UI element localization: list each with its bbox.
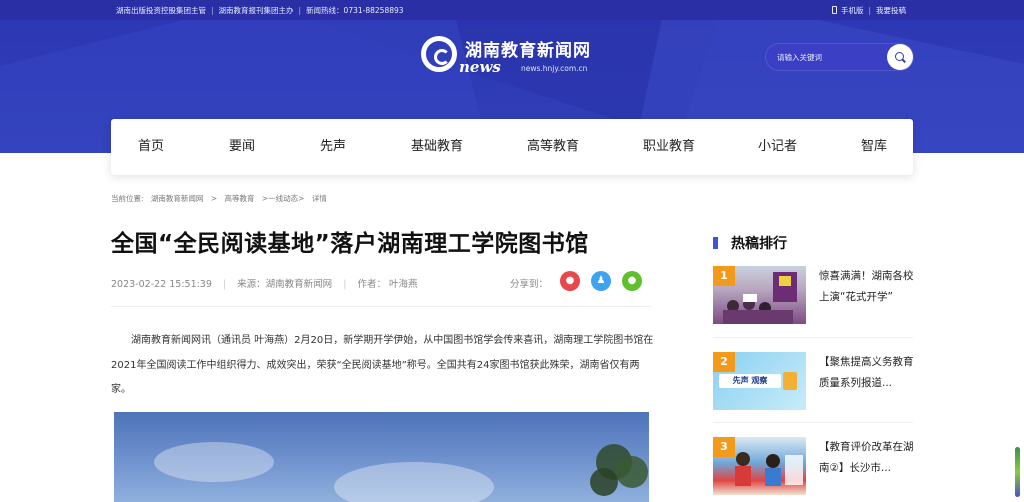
nav-item-vocational-education[interactable]: 职业教育 <box>643 119 695 175</box>
divider: | <box>298 5 302 15</box>
nav-item-basic-education[interactable]: 基础教育 <box>411 119 463 175</box>
photo-cloud <box>154 442 274 482</box>
search-box <box>765 43 914 71</box>
hot-article-title[interactable]: 【聚焦提高义务教育质量系列报道... <box>819 352 915 394</box>
nav-item-xiansheng[interactable]: 先声 <box>320 119 346 175</box>
top-bar-info: 湖南出版投资控股集团主管 | 湖南教育报刊集团主办 | 新闻热线：0731-88… <box>116 0 404 20</box>
thumbnail-caption: 先声 观察 <box>719 374 781 388</box>
sponsor-text: 湖南教育报刊集团主办 <box>218 5 294 15</box>
hot-article-item[interactable]: 3 【教育评价改革在湖南②】长沙市... <box>713 437 915 497</box>
divider: | <box>222 279 227 290</box>
rank-badge: 1 <box>713 266 735 286</box>
search-input[interactable] <box>777 49 877 65</box>
hot-articles-title: 热稿排行 <box>731 236 787 252</box>
hot-article-item[interactable]: 先声 观察 2 【聚焦提高义务教育质量系列报道... <box>713 352 915 412</box>
nav-item-headlines[interactable]: 要闻 <box>229 119 255 175</box>
nav-item-young-reporter[interactable]: 小记者 <box>758 119 797 175</box>
meta-divider <box>111 306 651 307</box>
nav-item-think-tank[interactable]: 智库 <box>861 119 887 175</box>
breadcrumb: 当前位置: 湖南教育新闻网 > 高等教育 >一线动态> 详情 <box>111 193 332 204</box>
article-meta: 2023-02-22 15:51:39 | 来源：湖南教育新闻网 | 作者： 叶… <box>111 276 417 290</box>
photo-tree <box>590 444 648 496</box>
phone-icon <box>831 6 837 14</box>
divider <box>713 337 913 338</box>
divider: | <box>868 5 871 15</box>
hot-article-thumbnail[interactable]: 先声 观察 2 <box>713 352 806 410</box>
article-title: 全国“全民阅读基地”落户湖南理工学院图书馆 <box>111 231 589 257</box>
share-qq-button[interactable]: ♟ <box>591 271 611 291</box>
main-nav: 首页 要闻 先声 基础教育 高等教育 职业教育 小记者 智库 <box>111 119 913 175</box>
article-author: 作者： 叶海燕 <box>357 279 418 290</box>
logo-news-word: news <box>459 58 501 76</box>
hot-article-item[interactable]: 1 惊喜满满！湖南各校上演“花式开学” <box>713 266 915 326</box>
nav-item-home[interactable]: 首页 <box>138 119 164 175</box>
qq-icon: ♟ <box>596 275 606 286</box>
page-scrollbar[interactable] <box>1015 447 1020 497</box>
breadcrumb-higher-education[interactable]: 高等教育 <box>225 194 255 203</box>
hot-article-thumbnail[interactable]: 1 <box>713 266 806 324</box>
logo-emblem-icon <box>421 36 457 72</box>
hot-article-title[interactable]: 【教育评价改革在湖南②】长沙市... <box>819 437 915 479</box>
wechat-icon: ● <box>627 275 637 286</box>
hot-article-title[interactable]: 惊喜满满！湖南各校上演“花式开学” <box>819 266 915 308</box>
article-date: 2023-02-22 15:51:39 <box>111 279 212 290</box>
section-marker <box>713 237 718 249</box>
rank-badge: 3 <box>713 437 735 457</box>
share-weibo-button[interactable]: ● <box>560 271 580 291</box>
top-bar-links: 手机版 | 我要投稿 <box>831 0 906 20</box>
breadcrumb-home[interactable]: 湖南教育新闻网 <box>151 194 204 203</box>
submit-article-link[interactable]: 我要投稿 <box>876 5 906 16</box>
hotline-text: 新闻热线：0731-88258893 <box>306 5 404 15</box>
article-source: 来源：湖南教育新闻网 <box>237 279 333 290</box>
breadcrumb-separator: > <box>210 194 218 203</box>
breadcrumb-label: 当前位置: <box>111 194 144 203</box>
nav-item-higher-education[interactable]: 高等教育 <box>527 119 579 175</box>
logo-url: news.hnjy.com.cn <box>521 64 588 73</box>
thumbnail-decoration <box>783 372 797 390</box>
top-bar: 湖南出版投资控股集团主管 | 湖南教育报刊集团主办 | 新闻热线：0731-88… <box>0 0 1024 20</box>
supervisor-text: 湖南出版投资控股集团主管 <box>116 5 206 15</box>
divider <box>713 422 913 423</box>
search-button[interactable] <box>887 44 913 70</box>
site-logo[interactable]: 湖南教育新闻网 news news.hnjy.com.cn <box>421 36 611 78</box>
breadcrumb-detail: 详情 <box>311 194 327 203</box>
article-photo <box>114 412 649 502</box>
hot-article-thumbnail[interactable]: 3 <box>713 437 806 495</box>
share-wechat-button[interactable]: ● <box>622 271 642 291</box>
divider: | <box>211 5 214 15</box>
photo-cloud <box>334 462 494 502</box>
article-paragraph: 湖南教育新闻网讯（通讯员 叶海燕）2月20日，新学期开学伊始，从中国图书馆学会传… <box>111 335 654 395</box>
breadcrumb-frontline-news[interactable]: >一线动态> <box>262 194 305 203</box>
rank-badge: 2 <box>713 352 735 372</box>
search-icon-handle <box>902 58 906 63</box>
divider: | <box>343 279 347 290</box>
weibo-icon: ● <box>565 275 575 286</box>
mobile-version-link[interactable]: 手机版 <box>841 5 864 16</box>
share-label: 分享到： <box>510 279 549 290</box>
